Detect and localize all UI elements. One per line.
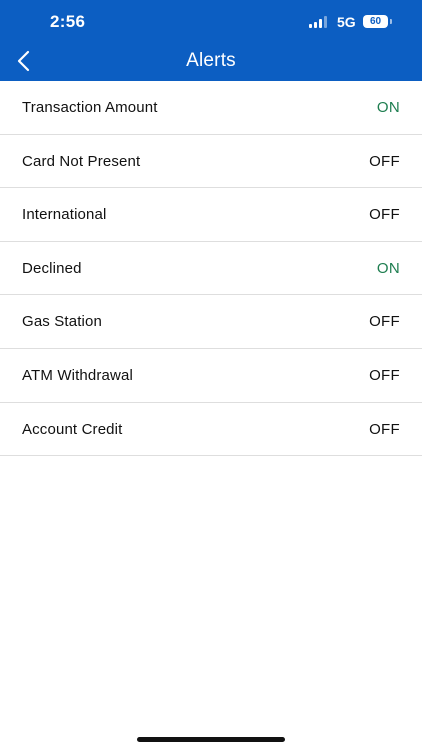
alert-label: Account Credit — [22, 420, 123, 438]
alert-label: Card Not Present — [22, 152, 141, 170]
alert-row-card-not-present[interactable]: Card Not Present OFF — [0, 135, 422, 189]
alert-label: Gas Station — [22, 313, 103, 331]
alert-status[interactable]: OFF — [369, 367, 400, 384]
alert-list: Transaction Amount ON Card Not Present O… — [0, 81, 422, 457]
status-time: 2:56 — [50, 12, 86, 31]
alert-row-atm-withdrawal[interactable]: ATM Withdrawal OFF — [0, 349, 422, 403]
network-indicator: 5G — [337, 14, 356, 30]
alert-row-declined[interactable]: Declined ON — [0, 242, 422, 296]
alert-row-international[interactable]: International OFF — [0, 188, 422, 242]
alert-status[interactable]: OFF — [369, 313, 400, 330]
alert-label: International — [22, 206, 107, 224]
signal-icon — [309, 16, 331, 28]
alert-status[interactable]: OFF — [369, 206, 400, 223]
alert-row-transaction-amount[interactable]: Transaction Amount ON — [0, 81, 422, 135]
battery-level: 60 — [369, 16, 382, 27]
page-title: Alerts — [186, 50, 236, 71]
alert-status[interactable]: OFF — [369, 153, 400, 170]
alert-label: Declined — [22, 259, 82, 277]
header-bar: 2:56 5G 60 Alerts — [0, 0, 422, 81]
home-indicator[interactable] — [137, 737, 285, 742]
battery-icon: 60 — [363, 15, 388, 28]
alert-status[interactable]: OFF — [369, 421, 400, 438]
alert-label: ATM Withdrawal — [22, 366, 134, 384]
alert-label: Transaction Amount — [22, 99, 158, 116]
alert-row-account-credit[interactable]: Account Credit OFF — [0, 403, 422, 457]
alert-row-gas-station[interactable]: Gas Station OFF — [0, 295, 422, 349]
alert-status[interactable]: ON — [377, 260, 400, 277]
status-bar: 2:56 5G 60 — [0, 0, 422, 44]
alert-status[interactable]: ON — [377, 99, 400, 116]
battery-cap — [390, 19, 392, 24]
